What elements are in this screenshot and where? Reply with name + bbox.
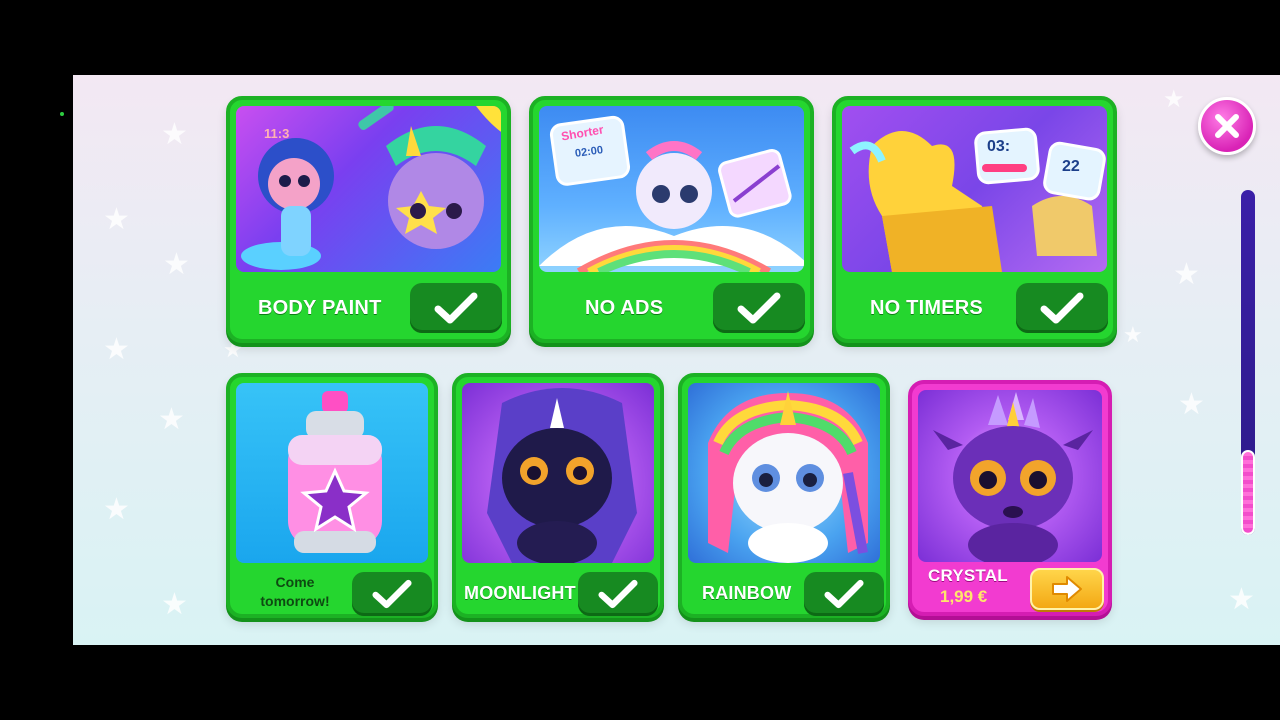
background-star-icon: ★ (223, 338, 243, 363)
art-timer-right: 22 (1062, 158, 1080, 175)
no-timers-illustration (849, 127, 1106, 272)
checkmark-icon (737, 292, 781, 324)
offer-card-rainbow[interactable]: RAINBOW (678, 373, 890, 618)
body-paint-label: BODY PAINT (258, 297, 382, 319)
background-star-icon: ★ (1163, 85, 1185, 113)
checkmark-icon (434, 292, 478, 324)
spray-bottle-illustration (288, 391, 382, 553)
background-star-icon: ★ (1228, 582, 1255, 617)
shop-screen: ★ ★ ★ ★ ★ ★ ★ ★ ★ ★ ★ ★ ★ 11:3 BODY PAIN… (73, 75, 1280, 645)
rainbow-label: RAINBOW (702, 583, 792, 603)
rainbow-art (688, 383, 880, 563)
background-star-icon: ★ (1178, 387, 1205, 422)
come-tomorrow-label: Come tomorrow! (242, 573, 348, 611)
moonlight-pony-illustration (487, 388, 637, 563)
background-star-icon: ★ (158, 402, 185, 437)
body-paint-owned-button[interactable] (410, 283, 502, 333)
status-dot (60, 112, 64, 116)
checkmark-icon (824, 579, 864, 609)
rainbow-owned-button[interactable] (804, 572, 884, 616)
come-tomorrow-line2: tomorrow! (260, 593, 330, 609)
background-star-icon: ★ (163, 247, 190, 282)
background-star-icon: ★ (161, 117, 188, 152)
come-tomorrow-line1: Come (275, 574, 315, 590)
checkmark-icon (1040, 292, 1084, 324)
scrollbar[interactable] (1241, 190, 1255, 535)
crystal-price: 1,99 € (940, 587, 988, 606)
crystal-art (918, 390, 1102, 562)
no-ads-owned-button[interactable] (713, 283, 805, 333)
no-timers-label: NO TIMERS (870, 297, 983, 319)
checkmark-icon (372, 579, 412, 609)
offer-card-daily-spray[interactable]: Come tomorrow! (226, 373, 438, 618)
background-star-icon: ★ (103, 202, 130, 237)
offer-card-no-timers[interactable]: 03: 22 NO TIMERS (832, 96, 1117, 343)
background-star-icon: ★ (1123, 323, 1143, 348)
background-star-icon: ★ (103, 332, 130, 367)
checkmark-icon (598, 579, 638, 609)
moonlight-label: MOONLIGHT (464, 583, 576, 603)
spray-art (236, 383, 428, 563)
moonlight-art (462, 383, 654, 563)
no-timers-owned-button[interactable] (1016, 283, 1108, 333)
no-ads-label: NO ADS (585, 297, 664, 319)
background-star-icon: ★ (103, 492, 130, 527)
crystal-dragon-illustration (933, 392, 1093, 562)
moonlight-owned-button[interactable] (578, 572, 658, 616)
crystal-buy-button[interactable] (1030, 568, 1104, 610)
crystal-label: CRYSTAL (928, 566, 1008, 585)
close-button[interactable] (1198, 97, 1256, 155)
scrollbar-thumb[interactable] (1241, 450, 1255, 535)
body-paint-art: 11:3 (236, 106, 501, 272)
no-timers-art: 03: 22 (842, 106, 1107, 272)
offer-card-crystal[interactable]: CRYSTAL 1,99 € (908, 380, 1112, 616)
close-icon (1215, 114, 1239, 138)
no-ads-art: Shorter 02:00 (539, 106, 804, 272)
art-timer-left: 03: (987, 138, 1011, 155)
art-timer-text: 11:3 (264, 126, 290, 141)
background-star-icon: ★ (161, 587, 188, 622)
background-star-icon: ★ (1173, 257, 1200, 292)
rainbow-pony-illustration (708, 391, 868, 563)
arrow-right-icon (1052, 576, 1082, 602)
spray-owned-button[interactable] (352, 572, 432, 616)
offer-card-moonlight[interactable]: MOONLIGHT (452, 373, 664, 618)
offer-card-body-paint[interactable]: 11:3 BODY PAINT (226, 96, 511, 343)
offer-card-no-ads[interactable]: Shorter 02:00 NO ADS (529, 96, 814, 343)
